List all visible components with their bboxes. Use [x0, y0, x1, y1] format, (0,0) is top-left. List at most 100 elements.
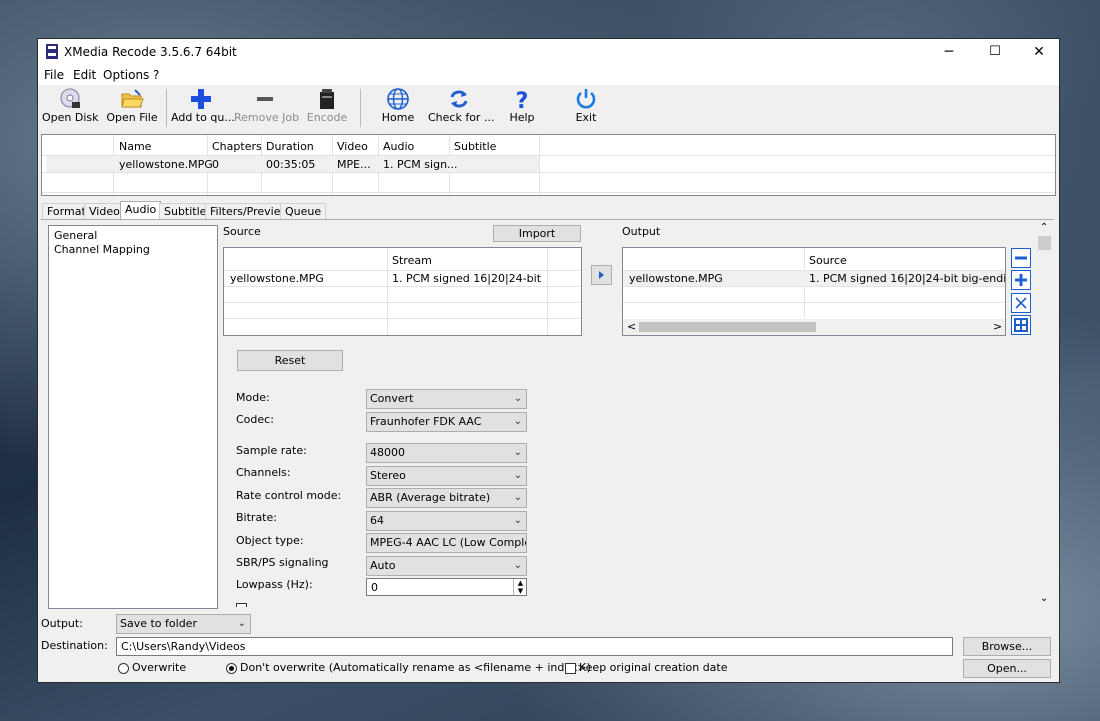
- output-type-label: Output:: [41, 617, 83, 630]
- sample-rate-dropdown[interactable]: 48000 ⌄: [366, 443, 527, 463]
- open-disk-button[interactable]: Open Disk: [42, 87, 99, 129]
- app-window: XMedia Recode 3.5.6.7 64bit ─ ☐ ✕ File E…: [37, 38, 1060, 683]
- audio-cell: 1. PCM sign...: [383, 158, 458, 171]
- rate-control-mode-dropdown[interactable]: ABR (Average bitrate) ⌄: [366, 488, 527, 508]
- open-button[interactable]: Open...: [963, 659, 1051, 678]
- check-for-updates-button[interactable]: Check for ...: [428, 87, 494, 129]
- vertical-scrollbar[interactable]: ⌃ ⌄: [1037, 222, 1053, 607]
- source-stream-table[interactable]: Stream yellowstone.MPG 1. PCM signed 16|…: [223, 247, 582, 336]
- column-header-subtitle[interactable]: Subtitle: [454, 140, 496, 153]
- tab-queue[interactable]: Queue: [280, 203, 327, 219]
- menu-edit[interactable]: Edit: [73, 68, 96, 82]
- scroll-left-icon[interactable]: <: [627, 320, 636, 333]
- chapters-cell: 0: [212, 158, 219, 171]
- codec-dropdown[interactable]: Fraunhofer FDK AAC ⌄: [366, 412, 527, 432]
- destination-input[interactable]: C:\Users\Randy\Videos: [116, 637, 953, 656]
- video-cell: MPE...: [337, 158, 371, 171]
- column-header-video[interactable]: Video: [337, 140, 368, 153]
- toolbar-separator: [360, 89, 361, 127]
- mode-dropdown[interactable]: Convert ⌄: [366, 389, 527, 409]
- chevron-down-icon: ⌄: [513, 560, 522, 571]
- chevron-down-icon: ⌄: [513, 393, 522, 404]
- minimize-button[interactable]: ─: [926, 39, 972, 65]
- clipped-checkbox[interactable]: [236, 603, 247, 607]
- rate-control-mode-label: Rate control mode:: [236, 489, 342, 502]
- scroll-right-icon[interactable]: >: [993, 320, 1002, 333]
- output-stream-table[interactable]: Source yellowstone.MPG 1. PCM signed 16|…: [622, 247, 1006, 336]
- import-button[interactable]: Import: [493, 225, 581, 242]
- overwrite-radio[interactable]: [118, 663, 129, 674]
- chevron-down-icon: ⌄: [513, 492, 522, 503]
- sbr-ps-signaling-label: SBR/PS signaling: [236, 556, 329, 569]
- dont-overwrite-label: Don't overwrite (Automatically rename as…: [240, 661, 591, 674]
- tab-subtitle[interactable]: Subtitle: [159, 203, 212, 219]
- scroll-down-icon[interactable]: ⌄: [1040, 593, 1048, 604]
- maximize-button[interactable]: ☐: [972, 39, 1018, 65]
- arrow-right-icon: [599, 271, 604, 279]
- remove-job-button[interactable]: Remove Job: [234, 87, 299, 129]
- sidebar-item-channel-mapping[interactable]: Channel Mapping: [54, 243, 150, 256]
- overwrite-label: Overwrite: [132, 661, 187, 674]
- film-encode-icon: [314, 87, 340, 111]
- open-file-button[interactable]: Open File: [104, 87, 160, 129]
- mode-label: Mode:: [236, 391, 270, 404]
- tab-video[interactable]: Video: [84, 203, 125, 219]
- chevron-down-icon: ⌄: [237, 618, 246, 629]
- tab-audio[interactable]: Audio: [120, 201, 162, 220]
- svg-text:?: ?: [516, 89, 529, 111]
- scrollbar-thumb[interactable]: [639, 322, 816, 332]
- home-button[interactable]: Home: [374, 87, 422, 129]
- add-output-stream-button[interactable]: [1011, 270, 1031, 290]
- remove-output-stream-button[interactable]: [1011, 248, 1031, 268]
- column-header-chapters[interactable]: Chapters: [212, 140, 262, 153]
- audio-sidebar-list[interactable]: General Channel Mapping: [48, 225, 218, 609]
- channels-dropdown[interactable]: Stereo ⌄: [366, 466, 527, 486]
- source-label: Source: [223, 225, 261, 238]
- add-stream-button[interactable]: [591, 265, 612, 285]
- table-row[interactable]: yellowstone.MPG 1. PCM signed 16|20|24-b…: [623, 271, 1005, 286]
- bitrate-dropdown[interactable]: 64 ⌄: [366, 511, 527, 531]
- codec-label: Codec:: [236, 413, 274, 426]
- output-type-dropdown[interactable]: Save to folder ⌄: [116, 614, 251, 634]
- delete-output-stream-button[interactable]: [1011, 293, 1031, 313]
- reset-button[interactable]: Reset: [237, 350, 343, 371]
- bitrate-label: Bitrate:: [236, 511, 277, 524]
- column-header-duration[interactable]: Duration: [266, 140, 314, 153]
- column-header-name[interactable]: Name: [119, 140, 151, 153]
- column-header-audio[interactable]: Audio: [383, 140, 414, 153]
- file-list-table[interactable]: Name Chapters Duration Video Audio Subti…: [41, 134, 1056, 196]
- menu-help[interactable]: ?: [153, 68, 159, 82]
- scroll-up-icon[interactable]: ⌃: [1040, 222, 1048, 233]
- scrollbar-thumb[interactable]: [1038, 236, 1051, 250]
- column-header-stream[interactable]: Stream: [392, 254, 432, 267]
- dont-overwrite-radio[interactable]: [226, 663, 237, 674]
- sidebar-item-general[interactable]: General: [54, 229, 97, 242]
- menu-file[interactable]: File: [44, 68, 64, 82]
- keep-creation-date-checkbox[interactable]: [565, 663, 576, 674]
- exit-button[interactable]: Exit: [562, 87, 610, 129]
- table-row[interactable]: yellowstone.MPG 1. PCM signed 16|20|24-b…: [224, 271, 581, 286]
- sample-rate-label: Sample rate:: [236, 444, 307, 457]
- table-row[interactable]: yellowstone.MPG 0 00:35:05 MPE... 1. PCM…: [46, 156, 539, 172]
- encode-button[interactable]: Encode: [302, 87, 352, 129]
- object-type-dropdown[interactable]: MPEG-4 AAC LC (Low Complexity: [366, 533, 527, 553]
- lowpass-spinbox[interactable]: 0 ▲ ▼: [366, 578, 527, 596]
- object-type-label: Object type:: [236, 534, 304, 547]
- menu-options[interactable]: Options: [103, 68, 149, 82]
- help-button[interactable]: ? Help: [498, 87, 546, 129]
- close-button[interactable]: ✕: [1016, 39, 1062, 65]
- spinner-arrows-icon[interactable]: ▲ ▼: [513, 579, 527, 595]
- horizontal-scrollbar[interactable]: < >: [623, 319, 1005, 335]
- file-name-cell: yellowstone.MPG: [119, 158, 213, 171]
- folder-open-icon: [119, 87, 145, 111]
- output-file-cell: yellowstone.MPG: [629, 272, 723, 285]
- power-icon: [573, 87, 599, 111]
- edit-output-stream-button[interactable]: [1011, 315, 1031, 335]
- column-header-source[interactable]: Source: [809, 254, 847, 267]
- add-to-queue-button[interactable]: Add to qu...: [171, 87, 235, 129]
- sbr-ps-signaling-dropdown[interactable]: Auto ⌄: [366, 556, 527, 576]
- keep-creation-date-label: Keep original creation date: [579, 661, 728, 674]
- browse-button[interactable]: Browse...: [963, 637, 1051, 656]
- output-label: Output: [622, 225, 661, 238]
- output-source-cell: 1. PCM signed 16|20|24-bit big-endian fo…: [809, 272, 1005, 285]
